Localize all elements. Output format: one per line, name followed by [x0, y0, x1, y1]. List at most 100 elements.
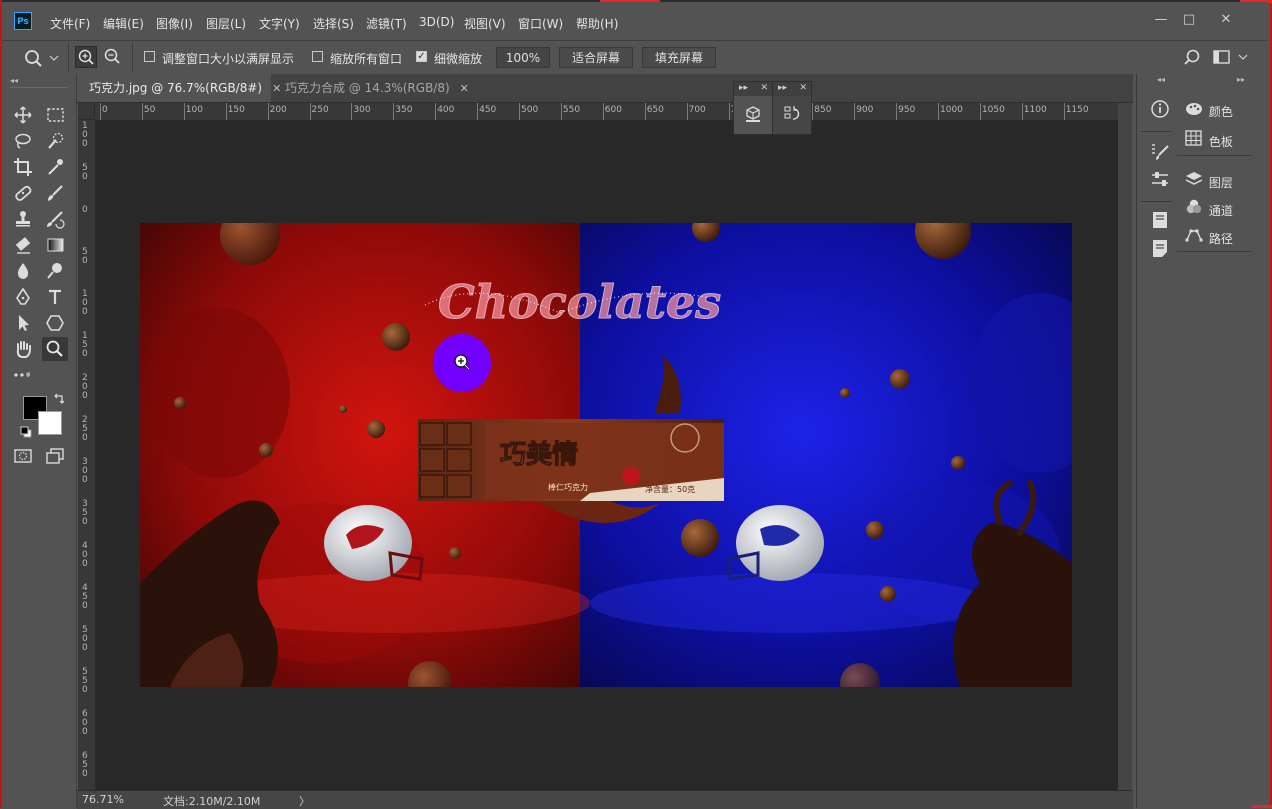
- menu-window[interactable]: 窗口(W): [518, 15, 563, 32]
- history-button[interactable]: [782, 104, 802, 124]
- menu-view[interactable]: 视图(V): [464, 15, 506, 32]
- zoom-in-button[interactable]: [75, 46, 97, 68]
- screen-mode-button[interactable]: [42, 444, 68, 468]
- ruler-h-tick: [728, 103, 730, 120]
- vertical-scrollbar[interactable]: [1118, 103, 1132, 790]
- ruler-origin[interactable]: [78, 103, 95, 120]
- close-icon[interactable]: ✕: [460, 82, 469, 95]
- zoom-tool[interactable]: [42, 337, 68, 361]
- tab-chocolate-jpg[interactable]: 巧克力.jpg @ 76.7%(RGB/8#) ✕: [77, 74, 281, 102]
- ruler-v-label: 1 0 0: [82, 289, 88, 317]
- panel-swatches[interactable]: 色板: [1185, 130, 1233, 150]
- zoom-tool-preset[interactable]: [22, 47, 62, 69]
- status-menu-arrow[interactable]: 〉: [299, 793, 310, 809]
- lasso-tool[interactable]: [10, 129, 36, 153]
- close-icon[interactable]: ✕: [760, 83, 768, 93]
- collapse-arrows-icon[interactable]: ◂◂: [1157, 75, 1165, 84]
- healing-brush-tool[interactable]: [10, 181, 36, 205]
- blur-tool[interactable]: [10, 259, 36, 283]
- menu-3d[interactable]: 3D(D): [419, 15, 454, 29]
- close-button[interactable]: ✕: [1212, 10, 1240, 30]
- ruler-h-label: 650: [646, 105, 664, 115]
- adjustments-button[interactable]: [1149, 168, 1171, 190]
- ruler-h-tick: [393, 103, 395, 120]
- zoom-all-checkbox[interactable]: [312, 51, 323, 62]
- zoom-in-icon: [78, 49, 94, 65]
- hand-tool[interactable]: [10, 337, 36, 361]
- zoom-out-button[interactable]: [102, 46, 124, 68]
- 3d-button[interactable]: [743, 104, 763, 124]
- fill-screen-button[interactable]: 填充屏幕: [642, 47, 716, 68]
- eraser-tool[interactable]: [10, 233, 36, 257]
- clone-stamp-tool[interactable]: [10, 207, 36, 231]
- marquee-tool[interactable]: [42, 103, 68, 127]
- ruler-h-tick: [979, 103, 981, 120]
- history-brush-tool[interactable]: [42, 207, 68, 231]
- brush-tool[interactable]: [42, 181, 68, 205]
- chevron-down-icon: [1238, 54, 1248, 60]
- menu-image[interactable]: 图像(I): [156, 15, 193, 32]
- menu-edit[interactable]: 编辑(E): [103, 15, 144, 32]
- notes-button[interactable]: [1149, 237, 1171, 259]
- ruler-v-label: 5 0: [82, 163, 88, 182]
- quick-mask-icon: [14, 449, 32, 463]
- edit-toolbar-button[interactable]: [10, 363, 36, 387]
- shape-tool[interactable]: [42, 311, 68, 335]
- ruler-h-tick: [183, 103, 185, 120]
- swap-colors-button[interactable]: [52, 392, 66, 406]
- panel-paths-label: 路径: [1208, 232, 1233, 246]
- options-bar: 调整窗口大小以满屏显示 缩放所有窗口 ✓ 细微缩放 100% 适合屏幕 填充屏幕: [2, 40, 1268, 75]
- gradient-tool[interactable]: [42, 233, 68, 257]
- panel-layers[interactable]: 图层: [1185, 171, 1233, 191]
- workspace-button[interactable]: [1212, 48, 1252, 68]
- restore-button[interactable]: □: [1175, 10, 1203, 30]
- ruler-v-label: 6 5 0: [82, 751, 88, 779]
- expand-arrows-icon[interactable]: ▸▸: [778, 83, 787, 93]
- ruler-v-label: 6 0 0: [82, 709, 88, 737]
- quick-selection-tool[interactable]: [42, 129, 68, 153]
- quick-mask-button[interactable]: [10, 444, 36, 468]
- menu-file[interactable]: 文件(F): [50, 15, 90, 32]
- zoom-value-field[interactable]: 100%: [496, 47, 550, 68]
- move-tool[interactable]: [10, 103, 36, 127]
- zoom-all-label: 缩放所有窗口: [330, 52, 403, 66]
- expand-arrows-icon[interactable]: ▸▸: [739, 83, 748, 93]
- dodge-tool[interactable]: [42, 259, 68, 283]
- fit-screen-button[interactable]: 适合屏幕: [559, 47, 633, 68]
- resize-windows-checkbox[interactable]: [144, 51, 155, 62]
- menu-help[interactable]: 帮助(H): [576, 15, 618, 32]
- background-color-swatch[interactable]: [38, 411, 62, 435]
- book-icon: [1153, 212, 1167, 228]
- zoom-level-field[interactable]: 76.71%: [82, 793, 124, 806]
- workspace-icon: [1213, 50, 1248, 64]
- menu-type[interactable]: 文字(Y): [259, 15, 300, 32]
- path-selection-tool[interactable]: [10, 311, 36, 335]
- libraries-button[interactable]: [1149, 209, 1171, 231]
- more-icon: [14, 373, 30, 377]
- panel-channels[interactable]: 通道: [1185, 199, 1233, 219]
- menu-filter[interactable]: 滤镜(T): [366, 15, 407, 32]
- pen-tool[interactable]: [10, 285, 36, 309]
- scrubby-zoom-checkbox[interactable]: ✓: [416, 51, 427, 62]
- document-image[interactable]: Chocolates 巧美情 棒仁巧克力 净含量：50克: [140, 223, 1072, 687]
- ruler-v-label: 3 0 0: [82, 457, 88, 485]
- ruler-h-label: 300: [353, 105, 371, 115]
- type-tool[interactable]: [42, 285, 68, 309]
- info-panel-button[interactable]: [1149, 98, 1171, 120]
- panel-layers-label: 图层: [1208, 176, 1233, 190]
- minimize-button[interactable]: —: [1147, 10, 1175, 30]
- ruler-h-tick: [225, 103, 227, 120]
- menu-layer[interactable]: 图层(L): [206, 15, 246, 32]
- close-icon[interactable]: ✕: [799, 83, 807, 93]
- default-colors-button[interactable]: [20, 426, 32, 438]
- brush-settings-button[interactable]: [1149, 140, 1171, 162]
- collapse-arrows-icon[interactable]: ▸▸: [1237, 75, 1245, 84]
- tab-chocolate-composite[interactable]: 巧克力合成 @ 14.3%(RGB/8) ✕: [273, 74, 469, 102]
- menu-select[interactable]: 选择(S): [313, 15, 354, 32]
- panel-paths[interactable]: 路径: [1185, 227, 1233, 247]
- eyedropper-tool[interactable]: [42, 155, 68, 179]
- panel-color[interactable]: 颜色: [1185, 102, 1233, 120]
- crop-tool[interactable]: [10, 155, 36, 179]
- search-button[interactable]: [1182, 48, 1202, 68]
- collapse-arrows-icon[interactable]: ◂◂: [10, 76, 18, 85]
